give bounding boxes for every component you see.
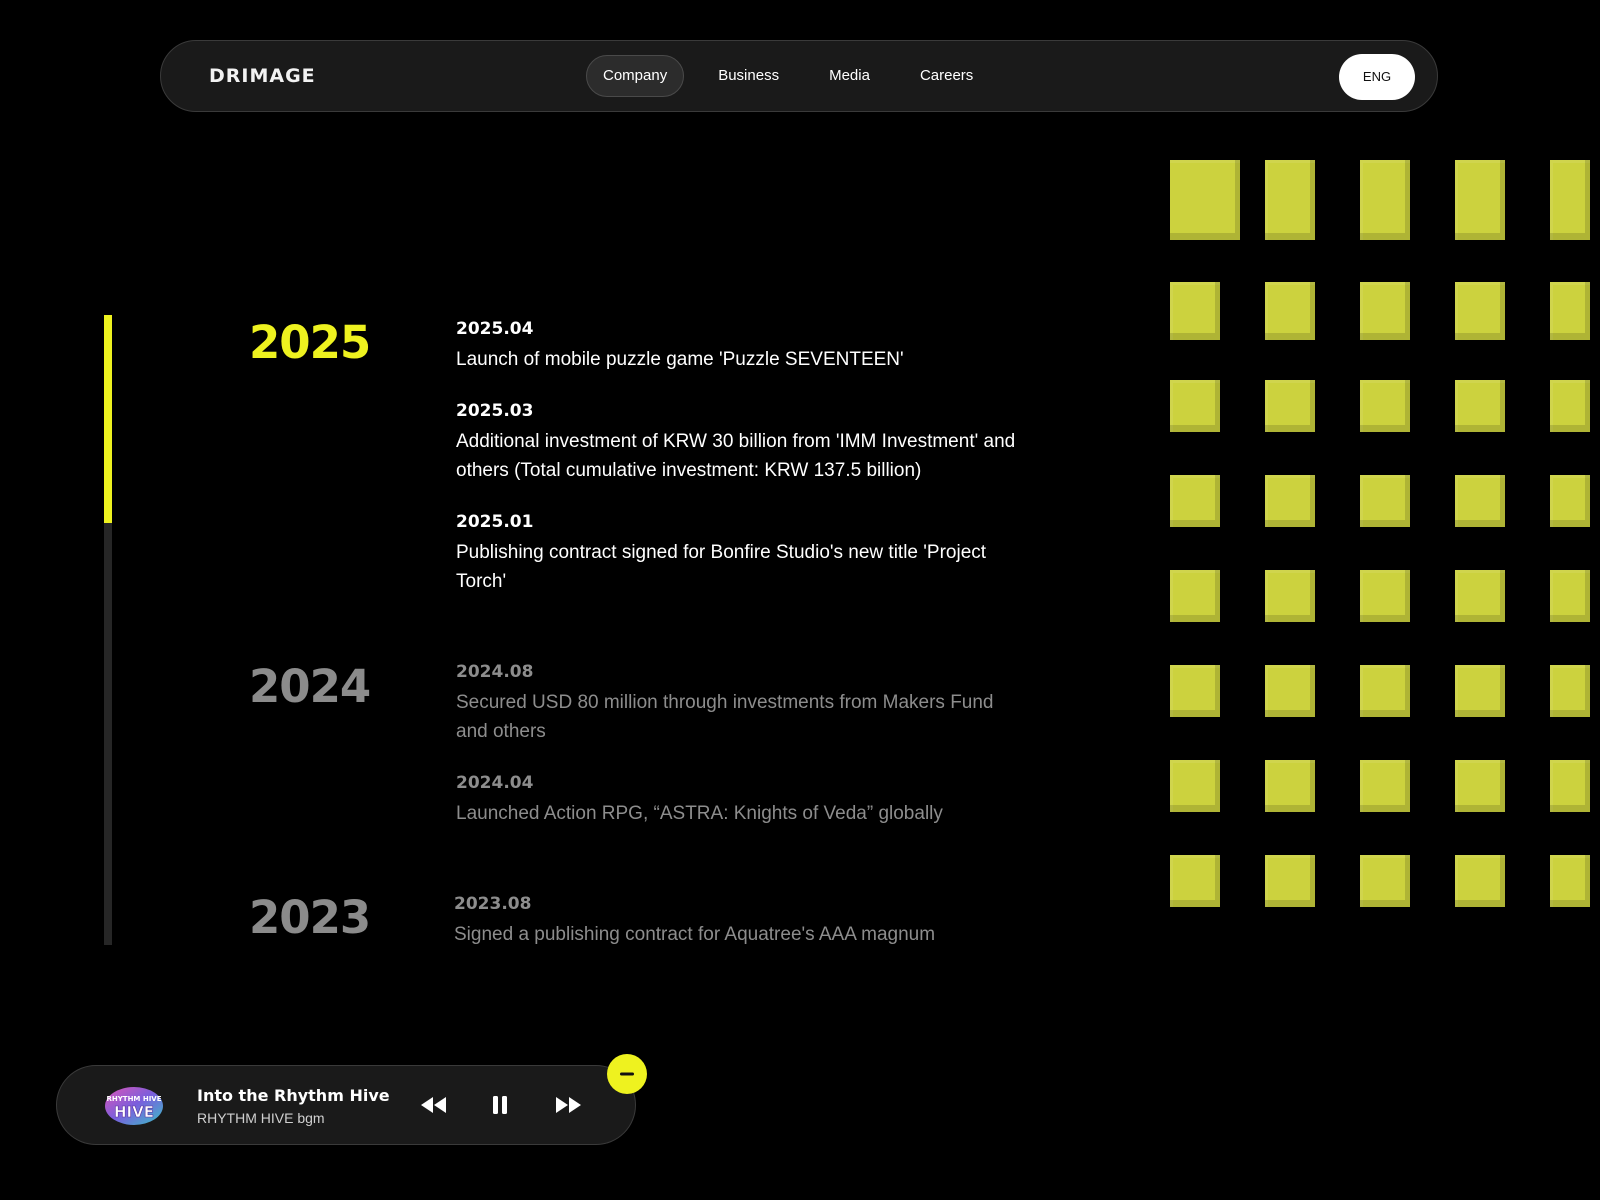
rewind-icon <box>421 1097 446 1113</box>
timeline-event: 2024.04 Launched Action RPG, “ASTRA: Kni… <box>456 772 1016 829</box>
timeline-event: 2025.04 Launch of mobile puzzle game 'Pu… <box>456 318 1016 375</box>
album-art: RHYTHM HIVE HIVE <box>105 1087 163 1125</box>
decorative-cube <box>1550 475 1590 527</box>
decorative-cube <box>1455 380 1505 432</box>
decorative-cube <box>1265 160 1315 240</box>
decorative-cube <box>1360 570 1410 622</box>
event-date: 2024.08 <box>456 662 534 682</box>
top-navigation: DRIMAGE Company Business Media Careers E… <box>160 40 1438 112</box>
track-subtitle: RHYTHM HIVE bgm <box>197 1110 325 1126</box>
decorative-cube <box>1170 760 1220 812</box>
decorative-cube <box>1550 570 1590 622</box>
decorative-cube <box>1265 855 1315 907</box>
decorative-cube <box>1455 160 1505 240</box>
decorative-cube <box>1170 282 1220 340</box>
timeline-event: 2025.03 Additional investment of KRW 30 … <box>456 400 1016 485</box>
decorative-cube <box>1550 160 1590 240</box>
decorative-cube <box>1550 760 1590 812</box>
decorative-cube <box>1360 282 1410 340</box>
minus-icon <box>620 1072 634 1076</box>
decorative-cube <box>1550 380 1590 432</box>
decorative-cube <box>1550 665 1590 717</box>
decorative-cube <box>1360 855 1410 907</box>
nav-link-media[interactable]: Media <box>813 55 886 97</box>
decorative-cube <box>1550 282 1590 340</box>
decorative-cube <box>1265 475 1315 527</box>
nav-link-company[interactable]: Company <box>586 55 685 97</box>
decorative-cube <box>1455 855 1505 907</box>
decorative-cube <box>1265 282 1315 340</box>
nav-links: Company Business Media Careers <box>586 55 989 97</box>
event-date: 2023.08 <box>454 894 532 914</box>
event-description: Signed a publishing contract for Aquatre… <box>454 924 936 945</box>
decorative-cube <box>1360 160 1410 240</box>
event-date: 2024.04 <box>456 773 534 793</box>
event-description: Launch of mobile puzzle game 'Puzzle SEV… <box>456 349 904 370</box>
event-description: Publishing contract signed for Bonfire S… <box>456 542 987 592</box>
decorative-cube <box>1455 665 1505 717</box>
nav-link-business[interactable]: Business <box>702 55 795 97</box>
fast-forward-button[interactable] <box>553 1090 583 1120</box>
decorative-cube <box>1360 380 1410 432</box>
decorative-cube <box>1170 475 1220 527</box>
track-title: Into the Rhythm Hive <box>197 1086 390 1105</box>
rewind-button[interactable] <box>419 1090 449 1120</box>
language-button[interactable]: ENG <box>1339 54 1415 100</box>
decorative-cube <box>1455 760 1505 812</box>
timeline-event: 2024.08 Secured USD 80 million through i… <box>456 661 1016 746</box>
timeline-progress-track <box>104 315 112 945</box>
decorative-cube <box>1360 475 1410 527</box>
decorative-cube <box>1455 282 1505 340</box>
year-heading-2024: 2024 <box>249 660 371 713</box>
brand-logo[interactable]: DRIMAGE <box>209 41 316 111</box>
decorative-cube <box>1265 665 1315 717</box>
year-heading-2025: 2025 <box>249 316 371 369</box>
decorative-cube <box>1550 855 1590 907</box>
decorative-cube-grid <box>1170 160 1600 920</box>
decorative-cube <box>1170 570 1220 622</box>
timeline-progress-fill <box>104 315 112 523</box>
year-heading-2023: 2023 <box>249 891 371 944</box>
event-date: 2025.04 <box>456 319 534 339</box>
decorative-cube <box>1360 760 1410 812</box>
decorative-cube <box>1265 760 1315 812</box>
fast-forward-icon <box>556 1097 581 1113</box>
event-description: Secured USD 80 million through investmen… <box>456 692 994 742</box>
pause-icon <box>493 1096 507 1114</box>
svg-text:HIVE: HIVE <box>114 1103 154 1121</box>
event-description: Launched Action RPG, “ASTRA: Knights of … <box>456 803 943 824</box>
decorative-cube <box>1170 855 1220 907</box>
music-player: RHYTHM HIVE HIVE Into the Rhythm Hive RH… <box>56 1065 636 1145</box>
decorative-cube <box>1455 570 1505 622</box>
decorative-cube <box>1170 380 1220 432</box>
decorative-cube <box>1265 380 1315 432</box>
timeline-event: 2023.08 Signed a publishing contract for… <box>454 893 1014 950</box>
decorative-cube <box>1170 160 1240 240</box>
nav-link-careers[interactable]: Careers <box>904 55 989 97</box>
decorative-cube <box>1360 665 1410 717</box>
timeline-event: 2025.01 Publishing contract signed for B… <box>456 511 1016 596</box>
event-date: 2025.03 <box>456 401 534 421</box>
event-date: 2025.01 <box>456 512 534 532</box>
event-description: Additional investment of KRW 30 billion … <box>456 431 1016 481</box>
decorative-cube <box>1455 475 1505 527</box>
decorative-cube <box>1170 665 1220 717</box>
collapse-player-button[interactable] <box>607 1054 647 1094</box>
pause-button[interactable] <box>485 1090 515 1120</box>
album-art-label: RHYTHM HIVE <box>106 1095 161 1103</box>
decorative-cube <box>1265 570 1315 622</box>
